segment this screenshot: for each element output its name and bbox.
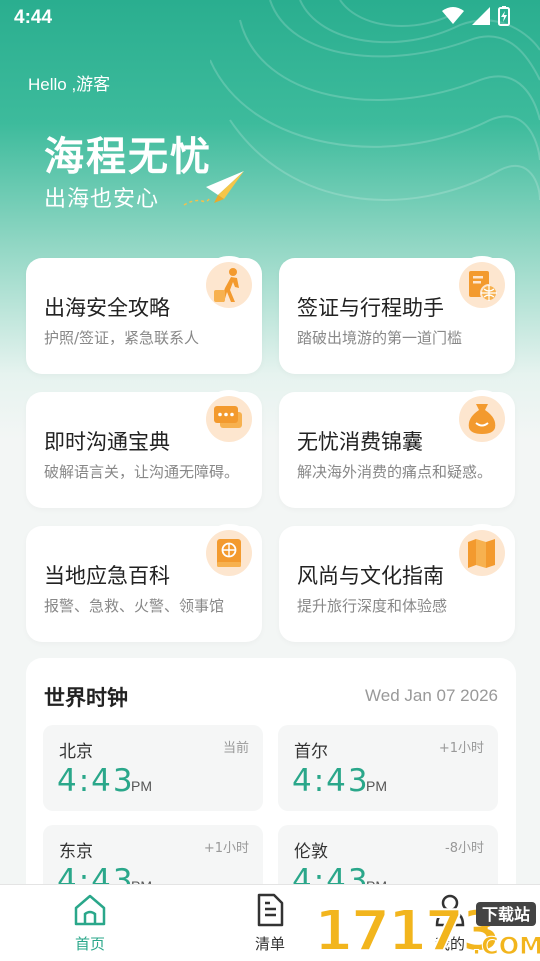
card-culture-guide[interactable]: 风尚与文化指南 提升旅行深度和体验感 — [279, 524, 515, 642]
card-visa-assistant[interactable]: 签证与行程助手 踏破出境游的第一道门槛 — [279, 256, 515, 374]
card-title: 无忧消费锦囊 — [297, 430, 423, 454]
card-desc: 提升旅行深度和体验感 — [297, 597, 448, 615]
greeting-text: Hello ,游客 — [28, 75, 111, 94]
signal-icon — [472, 7, 490, 25]
card-emergency-encyclopedia[interactable]: 当地应急百科 报警、急救、火警、领事馆 — [26, 524, 262, 642]
watermark-badge: 下载站 — [482, 905, 530, 924]
city-ampm: PM — [131, 778, 152, 794]
document-list-icon — [257, 893, 284, 927]
site-watermark-logo: 17173 下载站 .COM — [313, 898, 540, 960]
card-desc: 踏破出境游的第一道门槛 — [297, 329, 463, 347]
home-icon — [74, 894, 106, 926]
city-clock-seoul[interactable]: 首尔 +1小时 4:43 PM — [278, 725, 498, 811]
hero-banner — [0, 0, 540, 440]
city-offset: -8小时 — [445, 841, 484, 856]
wifi-icon — [442, 7, 464, 24]
tab-list[interactable]: 清单 — [230, 893, 310, 954]
card-title: 风尚与文化指南 — [297, 564, 444, 588]
visa-document-globe-icon — [469, 271, 498, 302]
city-time: 4:43 — [292, 763, 370, 799]
globe-book-icon — [217, 539, 241, 567]
card-desc: 护照/签证，紧急联系人 — [44, 329, 200, 347]
card-title: 签证与行程助手 — [297, 296, 444, 320]
tab-label: 首页 — [74, 935, 105, 953]
city-offset: 当前 — [222, 741, 249, 756]
card-desc: 破解语言关，让沟通无障碍。 — [44, 463, 240, 481]
battery-icon — [498, 6, 510, 26]
world-clock-title: 世界时钟 — [44, 686, 128, 710]
contour-decoration — [210, 0, 540, 201]
card-safety-guide[interactable]: 出海安全攻略 护照/签证，紧急联系人 — [26, 256, 262, 374]
money-bag-icon — [468, 404, 496, 434]
card-communication-guide[interactable]: 即时沟通宝典 破解语言关，让沟通无障碍。 — [26, 390, 262, 508]
city-clock-beijing[interactable]: 北京 当前 4:43 PM — [43, 725, 263, 811]
page-subtitle: 出海也安心 — [44, 187, 160, 212]
card-desc: 解决海外消费的痛点和疑惑。 — [297, 463, 493, 481]
city-offset: +1小时 — [203, 841, 249, 856]
card-title: 即时沟通宝典 — [44, 430, 170, 454]
card-title: 出海安全攻略 — [44, 296, 170, 320]
paper-plane-icon — [183, 171, 244, 206]
city-ampm: PM — [366, 778, 387, 794]
city-time: 4:43 — [57, 763, 135, 799]
traveler-luggage-icon — [214, 268, 239, 302]
chat-bubbles-icon — [214, 406, 242, 428]
city-name: 首尔 — [294, 742, 328, 762]
status-bar: 4:44 — [0, 0, 540, 36]
city-name: 伦敦 — [294, 842, 328, 862]
world-clock-panel: 世界时钟 Wed Jan 07 2026 北京 当前 4:43 PM 首尔 +1… — [26, 658, 516, 918]
tab-label: 清单 — [254, 935, 285, 953]
card-desc: 报警、急救、火警、领事馆 — [44, 597, 225, 615]
card-title: 当地应急百科 — [44, 564, 170, 588]
status-time: 4:44 — [14, 7, 53, 28]
city-offset: +1小时 — [438, 741, 484, 756]
watermark-suffix: .COM — [472, 932, 540, 960]
city-name: 东京 — [59, 842, 93, 862]
world-clock-date: Wed Jan 07 2026 — [365, 686, 498, 705]
tab-home[interactable]: 首页 — [50, 893, 130, 954]
card-spending-tips[interactable]: 无忧消费锦囊 解决海外消费的痛点和疑惑。 — [279, 390, 515, 508]
city-name: 北京 — [59, 742, 93, 762]
folded-map-icon — [468, 539, 495, 568]
